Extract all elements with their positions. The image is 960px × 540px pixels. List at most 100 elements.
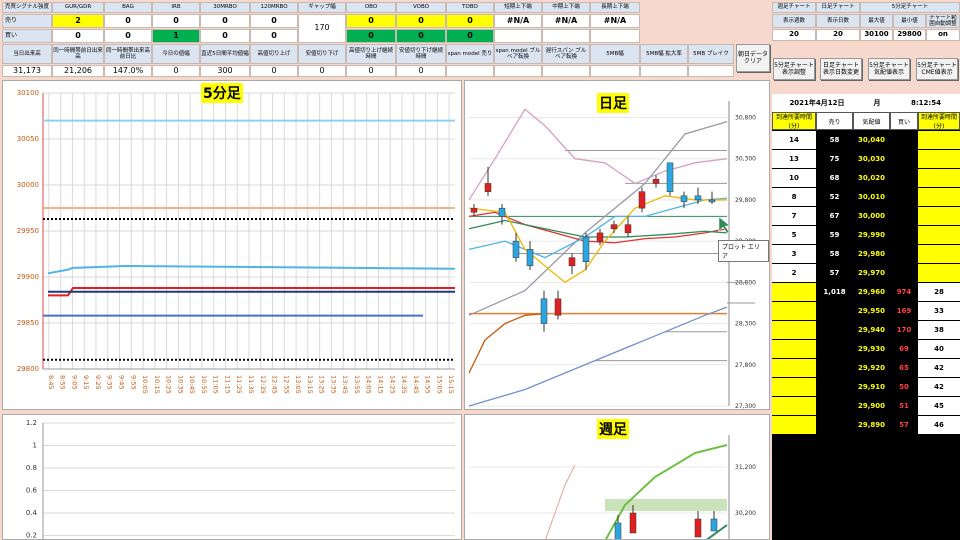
x-tick-label: 11:05 [212,375,220,394]
board-buy-qty-3 [816,359,853,377]
weekly-chart[interactable]: 31,200 30,200 週足 [464,414,770,540]
board-sell-price-0: 30,040 [853,131,890,149]
board-buy-amt-4: 50 [890,378,918,396]
board-sell-right-5 [918,226,960,244]
board-sell-time-3: 8 [772,188,816,206]
right-header-1: 表示日数 [816,14,860,28]
x-tick-label: 13:35 [329,375,337,394]
indicator-chart[interactable]: 1.2 1 0.8 0.6 0.4 0.2 [2,414,462,540]
x-tick-label: 10:05 [141,375,149,394]
y-tick-label: 27,800 [735,362,756,369]
second-value-13 [640,65,688,77]
x-tick-label: 10:25 [165,375,173,394]
row-buy-label: 買い [2,29,52,43]
second-value-11 [542,65,590,77]
board-sell-right-7 [918,264,960,282]
daily-chart[interactable]: 30,80030,30029,80029,30028,80028,30027,8… [464,80,770,410]
second-header-13: 5MB幅 拡大率 [640,44,688,64]
board-sell-buy-4 [890,207,918,225]
second-header-0: 当日出来高 [2,44,52,64]
clear-data-button[interactable]: 朝日データクリア [736,44,770,72]
board-mid-buy: 974 [890,283,918,301]
board-buy-reach-3: 42 [918,359,960,377]
board-buy-qty-6 [816,416,853,434]
board-sell-qty-6: 58 [816,245,853,263]
y-tick-label: 30050 [17,135,39,143]
board-buy-reach-4: 42 [918,378,960,396]
candle-body [554,298,562,316]
board-sell-price-6: 29,980 [853,245,890,263]
top-header-6: ギャップ幅 [298,2,346,13]
daily-line-0 [468,108,728,201]
board-sell-buy-1 [890,150,918,168]
second-header-9: span model 売り [446,44,494,64]
top-header-11: 中期上下端 [542,2,590,13]
x-tick-label: 10:15 [153,375,161,394]
board-buy-amt-1: 170 [890,321,918,339]
board-sell-qty-3: 52 [816,188,853,206]
second-value-6: 0 [298,65,346,77]
board-sell-qty-4: 67 [816,207,853,225]
daily-days-change-button[interactable]: 日足チャート表示日数変更 [820,58,862,80]
x-tick-label: 12:55 [282,375,290,394]
board-sell-price-2: 30,020 [853,169,890,187]
board-buy-reach-6: 46 [918,416,960,434]
board-sell-qty-7: 57 [816,264,853,282]
second-value-7: 0 [346,65,396,77]
sell-value-1: 0 [104,14,152,28]
y-tick-label: 28,300 [735,321,756,328]
five-min-adjust-button[interactable]: 5分足チャート表示調整 [773,58,815,80]
y-tick-label: 0.6 [26,487,38,495]
daily-chart-label: 日足チャート [816,2,860,13]
board-sell-buy-3 [890,188,918,206]
x-tick-label: 9:25 [94,375,102,390]
top-header-12: 長期上下端 [590,2,640,13]
board-sell-qty-0: 58 [816,131,853,149]
right-header-4: チャート範囲自動調整 [926,14,960,28]
buy-value-8: 0 [446,29,494,43]
y-tick-label: 29850 [17,319,39,327]
board-sell-qty-1: 75 [816,150,853,168]
x-tick-label: 13:55 [353,375,361,394]
y-tick-label: 29800 [17,365,39,373]
buy-value-7: 0 [396,29,446,43]
candle-body [568,257,576,267]
second-value-2: 147.0% [104,65,152,77]
second-header-8: 安値切り下げ継続時間 [396,44,446,64]
board-buy-left-6 [772,416,816,434]
candle-body [694,195,702,201]
board-sell-right-2 [918,169,960,187]
second-value-1: 21,206 [52,65,104,77]
candle-body [484,183,492,192]
board-sell-buy-6 [890,245,918,263]
second-header-5: 高値切り上げ [250,44,298,64]
board-buy-amt-0: 169 [890,302,918,320]
candle-body [708,199,716,203]
gap-value: 170 [298,14,346,43]
five-min-quote-button[interactable]: 5分足チャート気配値表示 [868,58,910,80]
candle-body [666,162,674,192]
board-sell-right-3 [918,188,960,206]
candle-body [470,207,478,213]
second-header-4: 直近5日間平均値幅 [200,44,250,64]
candle-body [610,224,618,230]
daily-line-7 [468,313,546,374]
board-buy-price-2: 29,930 [853,340,890,358]
daily-chart-title: 日足 [597,93,629,113]
x-tick-label: 10:35 [176,375,184,394]
board-buy-left-0 [772,302,816,320]
board-sell-time-4: 7 [772,207,816,225]
candle-body [652,179,660,184]
second-value-3: 0 [152,65,200,77]
top-header-8: VOBO [396,2,446,13]
right-value-4: on [926,29,960,41]
candle-body [498,207,506,217]
second-header-11: 遅行スパン ブルベア転換 [542,44,590,64]
second-header-10: span model ブルベア転換 [494,44,542,64]
five-minute-chart-svg: 30100 30050 30000 29950 29900 29850 29800 8:45 8… [17,89,455,394]
five-min-cme-button[interactable]: 5分足チャートCME値表示 [916,58,958,80]
second-header-1: 同一時間帯前日出来高 [52,44,104,64]
right-header-2: 最大値 [860,14,893,28]
five-minute-chart[interactable]: 30100 30050 30000 29950 29900 29850 29800 8:45 8… [2,80,462,410]
x-tick-label: 11:15 [223,375,231,394]
